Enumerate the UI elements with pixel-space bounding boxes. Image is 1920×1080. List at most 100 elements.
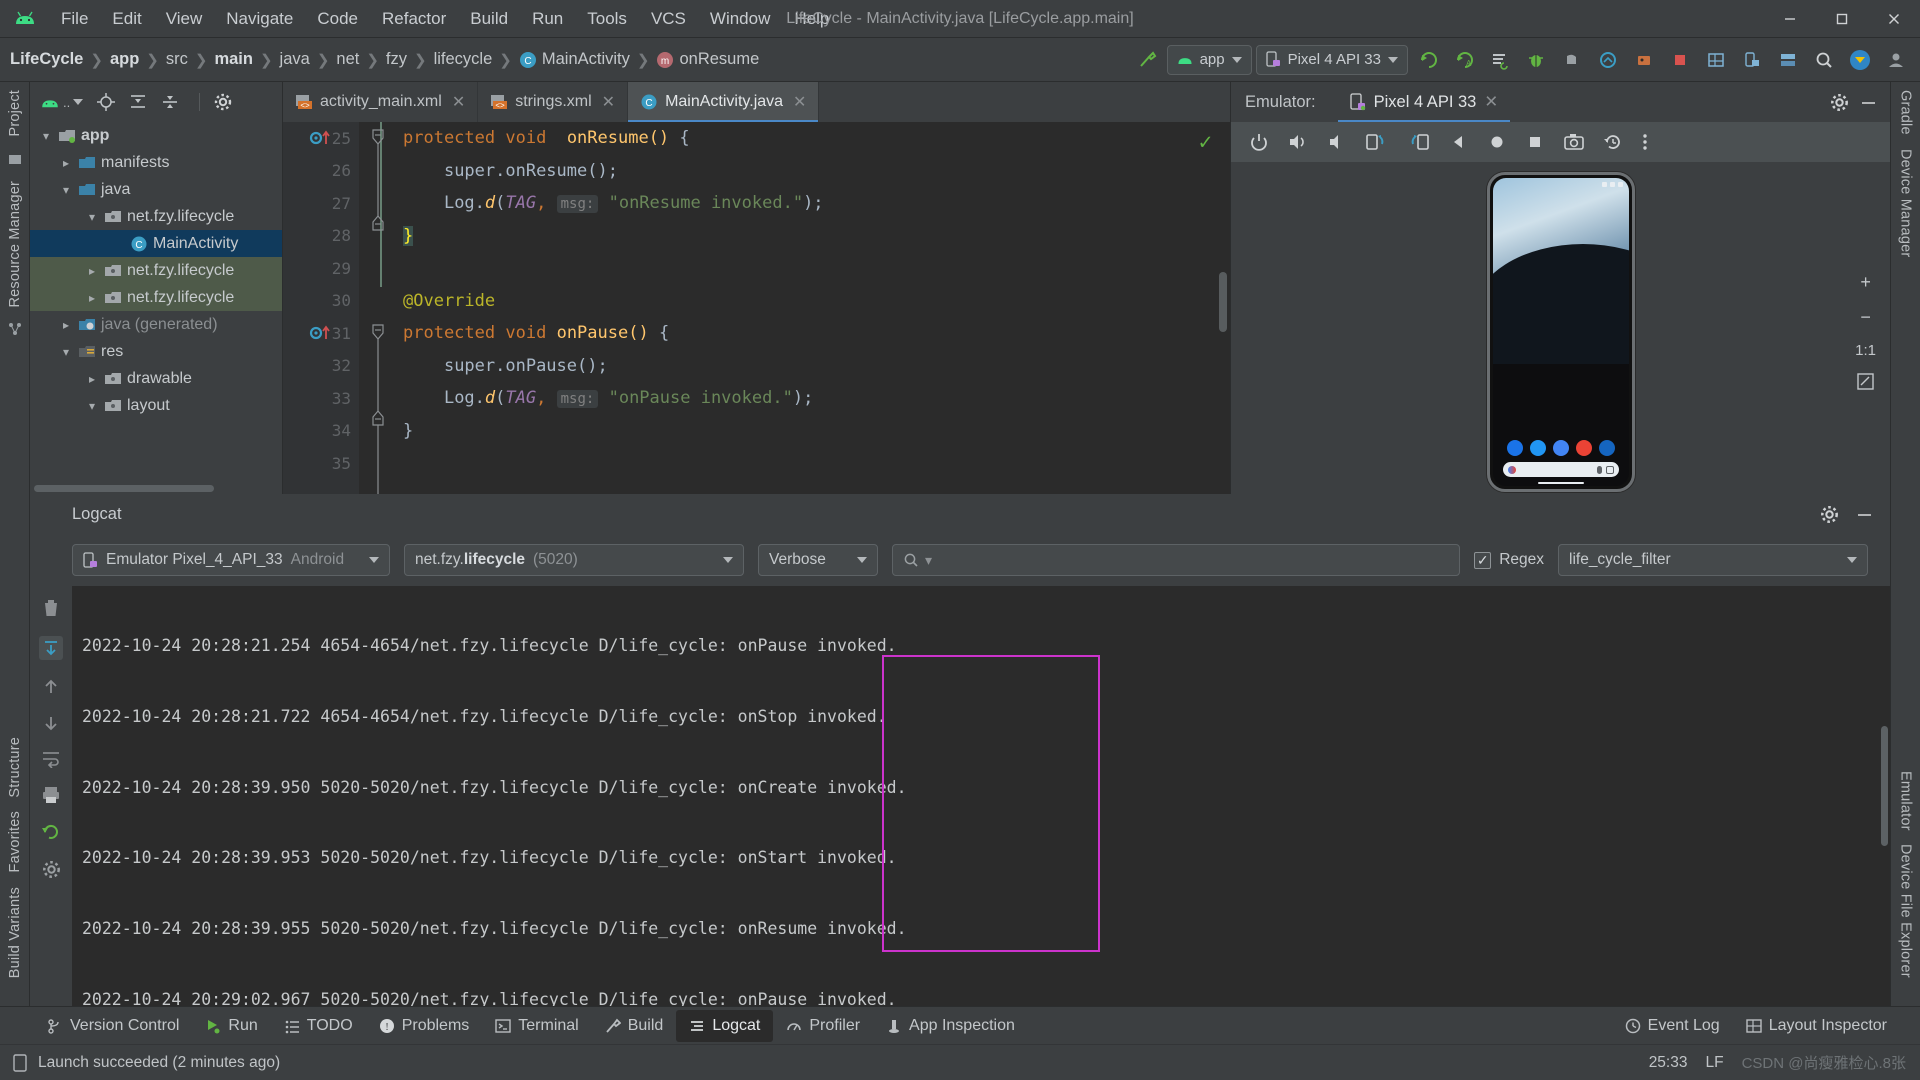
rotate-right-icon[interactable] <box>1407 132 1431 152</box>
avatar-icon[interactable] <box>1844 44 1876 76</box>
device-selector[interactable]: Pixel 4 API 33 <box>1255 44 1408 75</box>
menu-tools[interactable]: Tools <box>576 5 638 33</box>
menu-navigate[interactable]: Navigate <box>215 5 304 33</box>
tab-strings-xml[interactable]: <> strings.xml ✕ <box>478 82 629 122</box>
breadcrumb-app[interactable]: app <box>110 50 139 69</box>
editor-vertical-scrollbar[interactable] <box>1219 272 1227 332</box>
chevron-down-icon[interactable]: ▾ <box>36 129 56 143</box>
toolwindow-layout-inspector[interactable]: Layout Inspector <box>1733 1010 1900 1042</box>
maximize-button[interactable] <box>1816 0 1868 38</box>
sdk-manager-icon[interactable] <box>1772 44 1804 76</box>
window-controls[interactable] <box>1764 0 1920 38</box>
tree-item-mainactivity[interactable]: C MainActivity <box>30 230 282 257</box>
sidebar-item-structure[interactable]: Structure <box>7 737 23 798</box>
code-editor[interactable]: 25 26 27 28 29 30 31 32 33 34 35 protect… <box>283 122 1230 494</box>
menu-window[interactable]: Window <box>699 5 781 33</box>
minimize-button[interactable] <box>1764 0 1816 38</box>
editor-tabs[interactable]: <> activity_main.xml ✕ <> strings.xml ✕ … <box>283 82 1230 122</box>
logcat-search-input[interactable]: ▾ <box>892 544 1461 576</box>
process-filter-combo[interactable]: net.fzy. lifecycle (5020) <box>404 544 744 576</box>
breadcrumb-java[interactable]: java <box>280 50 310 69</box>
menu-bar[interactable]: File Edit View Navigate Code Refactor Bu… <box>50 5 840 33</box>
search-field[interactable] <box>938 551 1450 569</box>
menu-refactor[interactable]: Refactor <box>371 5 457 33</box>
history-icon[interactable] <box>1603 132 1623 152</box>
sidebar-item-build-variants[interactable]: Build Variants <box>7 887 23 978</box>
sidebar-item-gradle[interactable]: Gradle <box>1898 90 1914 135</box>
run-icon[interactable] <box>1412 44 1444 76</box>
zoom-in-button[interactable]: + <box>1860 272 1871 293</box>
breadcrumb-net[interactable]: net <box>336 50 359 69</box>
device-manager-icon[interactable] <box>1736 44 1768 76</box>
soft-wrap-icon[interactable] <box>41 750 61 768</box>
saved-filter-combo[interactable]: life_cycle_filter <box>1558 544 1868 576</box>
tree-item-drawable[interactable]: ▸ drawable <box>30 365 282 392</box>
close-icon[interactable]: ✕ <box>452 92 465 112</box>
toolwindow-profiler[interactable]: Profiler <box>773 1010 873 1042</box>
tab-mainactivity-java[interactable]: C MainActivity.java ✕ <box>628 82 820 122</box>
tab-activity-main-xml[interactable]: <> activity_main.xml ✕ <box>283 82 479 122</box>
expand-all-icon[interactable] <box>129 94 147 110</box>
settings-gear-icon[interactable] <box>214 93 232 111</box>
breadcrumb-lifecycle[interactable]: LifeCycle <box>10 50 83 69</box>
more-vertical-icon[interactable] <box>1641 132 1649 152</box>
phone-app-icon[interactable] <box>1506 440 1523 456</box>
power-icon[interactable] <box>1249 132 1269 152</box>
project-horizontal-scrollbar[interactable] <box>30 483 282 494</box>
breadcrumb[interactable]: LifeCycle ❯ app ❯ src ❯ main ❯ java ❯ ne… <box>10 50 759 69</box>
tree-item-package-androidtest[interactable]: ▸ net.fzy.lifecycle <box>30 257 282 284</box>
up-arrow-icon[interactable] <box>42 678 60 696</box>
zoom-out-button[interactable]: − <box>1860 307 1871 328</box>
log-level-combo[interactable]: Verbose <box>758 544 878 576</box>
menu-run[interactable]: Run <box>521 5 574 33</box>
close-icon[interactable]: ✕ <box>1484 92 1498 112</box>
account-icon[interactable] <box>1880 44 1912 76</box>
chevron-right-icon[interactable]: ▸ <box>82 264 102 278</box>
emulator-display-area[interactable]: + − 1:1 <box>1231 162 1890 494</box>
settings-icon[interactable] <box>42 860 61 879</box>
sidebar-item-project[interactable]: Project <box>7 90 23 137</box>
chevron-down-icon[interactable]: ▾ <box>56 183 76 197</box>
lens-icon[interactable] <box>1605 465 1614 474</box>
logcat-side-toolbar[interactable] <box>30 586 72 1006</box>
chevron-right-icon[interactable]: ▸ <box>56 318 76 332</box>
menu-code[interactable]: Code <box>306 5 369 33</box>
mic-icon[interactable] <box>1596 465 1602 474</box>
profile-icon[interactable] <box>1556 44 1588 76</box>
emulator-device-screen[interactable] <box>1486 172 1635 492</box>
sidebar-item-resource-manager[interactable]: Resource Manager <box>7 181 23 308</box>
menu-help[interactable]: Help <box>783 5 840 33</box>
commit-icon[interactable] <box>7 151 23 167</box>
restart-icon[interactable] <box>41 822 61 842</box>
screenshot-icon[interactable] <box>1563 132 1585 152</box>
back-icon[interactable] <box>1449 132 1469 152</box>
apply-changes-icon[interactable] <box>1484 44 1516 76</box>
code-content[interactable]: protected void onResume() { super.onResu… <box>389 122 1230 494</box>
coverage-icon[interactable] <box>1592 44 1624 76</box>
toolwindow-build[interactable]: Build <box>592 1010 677 1042</box>
phone-screen[interactable] <box>1492 178 1629 486</box>
chevron-right-icon[interactable]: ▸ <box>56 156 76 170</box>
tree-item-java-generated[interactable]: ▸ java (generated) <box>30 311 282 338</box>
inspection-ok-icon[interactable]: ✓ <box>1199 130 1212 155</box>
clear-logcat-icon[interactable] <box>41 598 61 618</box>
menu-vcs[interactable]: VCS <box>640 5 697 33</box>
menu-build[interactable]: Build <box>459 5 519 33</box>
volume-up-icon[interactable] <box>1287 132 1309 152</box>
chevron-down-icon[interactable]: ▾ <box>82 399 102 413</box>
breadcrumb-onresume[interactable]: onResume <box>679 50 759 69</box>
sidebar-item-favorites[interactable]: Favorites <box>7 811 23 872</box>
tree-item-package-test[interactable]: ▸ net.fzy.lifecycle <box>30 284 282 311</box>
override-marker-icon[interactable] <box>309 130 335 146</box>
settings-gear-icon[interactable] <box>1820 505 1839 524</box>
tree-item-java[interactable]: ▾ java <box>30 176 282 203</box>
toolwindow-run[interactable]: Run <box>192 1010 270 1042</box>
sidebar-item-device-file-explorer[interactable]: Device File Explorer <box>1898 844 1914 978</box>
emulator-toolbar[interactable] <box>1231 122 1890 162</box>
module-selector[interactable]: app <box>1166 44 1252 75</box>
collapse-all-icon[interactable] <box>161 94 179 110</box>
gesture-nav-bar[interactable] <box>1537 482 1584 484</box>
overview-icon[interactable] <box>1525 132 1545 152</box>
sidebar-item-device-manager[interactable]: Device Manager <box>1898 149 1914 257</box>
sidebar-item-emulator[interactable]: Emulator <box>1898 771 1914 831</box>
